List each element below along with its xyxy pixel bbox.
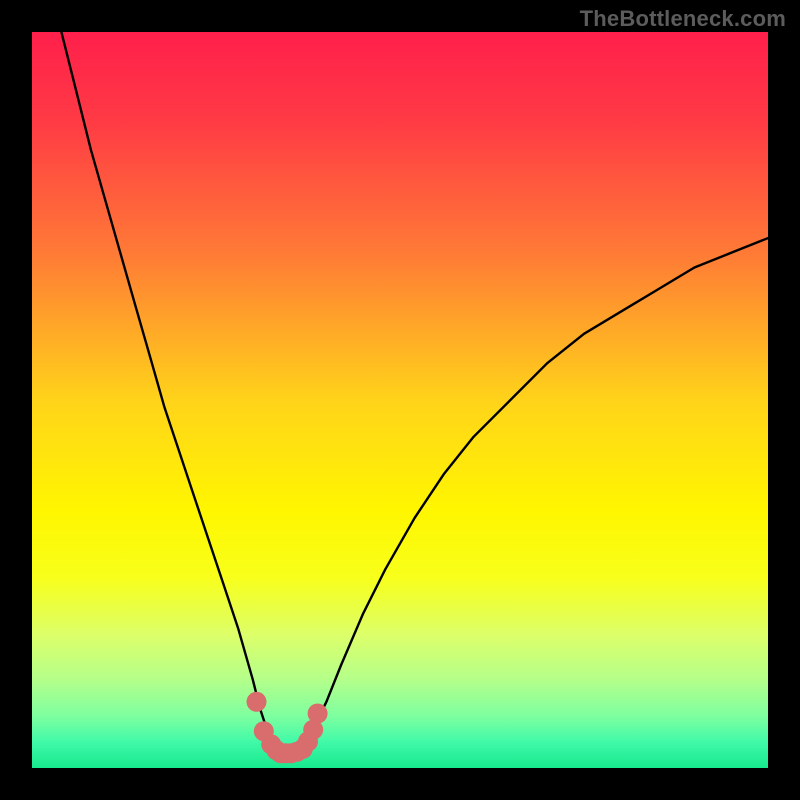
- highlight-marker: [247, 692, 267, 712]
- watermark-text: TheBottleneck.com: [580, 6, 786, 32]
- plot-area: [32, 32, 768, 768]
- curve-layer: [32, 32, 768, 768]
- bottom-highlight-markers: [247, 692, 328, 764]
- highlight-marker: [308, 704, 328, 724]
- bottleneck-curve: [61, 32, 768, 753]
- chart-frame: TheBottleneck.com: [0, 0, 800, 800]
